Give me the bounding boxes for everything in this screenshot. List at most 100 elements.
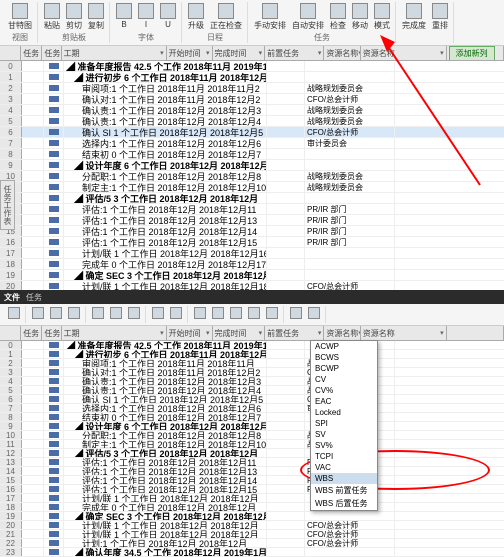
- row-number[interactable]: 18: [0, 259, 22, 269]
- dropdown-item[interactable]: SV%: [311, 440, 377, 451]
- task-mode-cell[interactable]: [44, 160, 64, 170]
- resource-cell[interactable]: PR/IR 部门: [305, 237, 395, 247]
- resource-cell[interactable]: [305, 548, 395, 556]
- task-name-cell[interactable]: 确认 SI 1 个工作日 2018年12月 2018年12月5: [64, 395, 267, 403]
- table-row[interactable]: 13评估:1 个工作日 2018年12月 2018年12月11PR/IR 部门: [0, 204, 504, 215]
- task-mode-cell[interactable]: [44, 395, 64, 403]
- row-number[interactable]: 18: [0, 503, 22, 511]
- table-row[interactable]: 21计划/联 1 个工作日 2018年12月 2018年12月CFO/总会计师: [0, 530, 504, 539]
- task-name-cell[interactable]: 选择内:1 个工作日 2018年12月 2018年12月6: [64, 404, 267, 412]
- column-header[interactable]: 资源名称▾: [324, 46, 360, 60]
- predecessor-cell[interactable]: [267, 539, 305, 547]
- table-row[interactable]: 15评估:1 个工作日 2018年12月 2018年12月14PR/IR 部门: [0, 226, 504, 237]
- predecessor-cell[interactable]: [267, 368, 305, 376]
- ribbon-button[interactable]: 复制: [86, 2, 106, 32]
- predecessor-cell[interactable]: [267, 404, 305, 412]
- ribbon-button[interactable]: 移动: [350, 2, 370, 32]
- task-name-cell[interactable]: 评估:1 个工作日 2018年12月 2018年12月13: [64, 215, 267, 225]
- task-mode-cell[interactable]: [44, 359, 64, 367]
- resource-cell[interactable]: [305, 193, 395, 203]
- row-number[interactable]: 7: [0, 138, 22, 148]
- dropdown-item[interactable]: EAC: [311, 396, 377, 407]
- task-mode-cell[interactable]: [44, 127, 64, 137]
- task-mode-cell[interactable]: [44, 449, 64, 457]
- resource-cell[interactable]: [305, 512, 395, 520]
- row-number[interactable]: 8: [0, 149, 22, 159]
- table-row[interactable]: 2审阅项:1 个工作日 2018年11月 2018年11月战略规划委员会: [0, 359, 504, 368]
- side-tab[interactable]: 任务工作表: [0, 180, 15, 230]
- task-name-cell[interactable]: 制定主:1 个工作日 2018年12月 2018年12月10: [64, 440, 267, 448]
- ribbon-button[interactable]: 模式: [372, 2, 392, 32]
- column-header[interactable]: 任务名称▾: [42, 46, 61, 60]
- task-name-cell[interactable]: 审阅项:1 个工作日 2018年11月 2018年11月2: [64, 83, 267, 93]
- ribbon-button[interactable]: [168, 306, 184, 321]
- predecessor-cell[interactable]: [267, 94, 305, 104]
- filter-icon[interactable]: ▾: [318, 49, 322, 57]
- task-mode-cell[interactable]: [44, 404, 64, 412]
- ribbon-button[interactable]: 检查: [328, 2, 348, 32]
- column-header[interactable]: 资源名称▾: [324, 326, 360, 340]
- row-number[interactable]: 1: [0, 72, 22, 82]
- ribbon-button[interactable]: 完成度: [400, 2, 428, 32]
- predecessor-cell[interactable]: [267, 395, 305, 403]
- task-mode-cell[interactable]: [44, 248, 64, 258]
- column-header-resource[interactable]: 资源名称▾: [361, 326, 447, 340]
- task-name-cell[interactable]: 选择内:1 个工作日 2018年12月 2018年12月6: [64, 138, 267, 148]
- task-name-cell[interactable]: 完成年 0 个工作日 2018年12月 2018年12月17: [64, 259, 267, 269]
- ribbon-button[interactable]: [150, 306, 166, 321]
- column-header[interactable]: 完成时间▾: [213, 326, 266, 340]
- row-number[interactable]: 3: [0, 94, 22, 104]
- row-number[interactable]: 11: [0, 440, 22, 448]
- ribbon-button[interactable]: 正在检查: [208, 2, 244, 32]
- predecessor-cell[interactable]: [267, 431, 305, 439]
- task-mode-cell[interactable]: [44, 494, 64, 502]
- table-row[interactable]: 20计划/联 1 个工作日 2018年12月 2018年12月CFO/总会计师: [0, 521, 504, 530]
- predecessor-cell[interactable]: [267, 259, 305, 269]
- task-mode-cell[interactable]: [44, 259, 64, 269]
- predecessor-cell[interactable]: [267, 449, 305, 457]
- task-mode-cell[interactable]: [44, 521, 64, 529]
- row-number[interactable]: 21: [0, 530, 22, 538]
- predecessor-cell[interactable]: [267, 116, 305, 126]
- predecessor-cell[interactable]: [267, 248, 305, 258]
- task-mode-cell[interactable]: [44, 182, 64, 192]
- row-number[interactable]: 6: [0, 395, 22, 403]
- task-mode-cell[interactable]: [44, 105, 64, 115]
- ribbon-button[interactable]: [30, 306, 46, 321]
- predecessor-cell[interactable]: [267, 138, 305, 148]
- task-name-cell[interactable]: 结束初 0 个工作日 2018年12月 2018年12月7: [64, 149, 267, 159]
- row-number[interactable]: 9: [0, 422, 22, 430]
- row-number[interactable]: 17: [0, 248, 22, 258]
- dropdown-item[interactable]: SPI: [311, 418, 377, 429]
- task-name-cell[interactable]: 确认责:1 个工作日 2018年12月 2018年12月3: [64, 377, 267, 385]
- task-mode-cell[interactable]: [44, 204, 64, 214]
- task-mode-cell[interactable]: [44, 215, 64, 225]
- dropdown-item[interactable]: WBS 后置任务: [311, 497, 377, 510]
- ribbon-button[interactable]: [228, 306, 244, 321]
- task-mode-cell[interactable]: [44, 386, 64, 394]
- resource-cell[interactable]: [305, 248, 395, 258]
- table-row[interactable]: 17计划/联 1 个工作日 2018年12月 2018年12月16: [0, 248, 504, 259]
- task-name-cell[interactable]: ◢ 设计年度 6 个工作日 2018年12月 2018年12月: [64, 160, 267, 170]
- row-number[interactable]: 4: [0, 105, 22, 115]
- column-header[interactable]: 工期▾: [62, 46, 167, 60]
- predecessor-cell[interactable]: [267, 413, 305, 421]
- task-name-cell[interactable]: ◢ 准备年度报告 42.5 个工作 2018年11月 2019年1月2: [64, 61, 267, 71]
- task-mode-cell[interactable]: [44, 431, 64, 439]
- dropdown-item[interactable]: CV: [311, 374, 377, 385]
- filter-icon[interactable]: ▾: [259, 329, 263, 337]
- task-name-cell[interactable]: 计划/联 1 个工作日 2018年12月 2018年12月: [64, 494, 267, 502]
- task-name-cell[interactable]: ◢ 评估/5 3 个工作日 2018年12月 2018年12月: [64, 449, 267, 457]
- task-name-cell[interactable]: ◢ 准备年度报告 42.5 个工作 2018年11月 2019年1月: [64, 341, 267, 349]
- task-name-cell[interactable]: 评估:1 个工作日 2018年12月 2018年12月15: [64, 237, 267, 247]
- task-mode-cell[interactable]: [44, 458, 64, 466]
- predecessor-cell[interactable]: [267, 237, 305, 247]
- ribbon-button[interactable]: U: [158, 2, 178, 30]
- task-mode-cell[interactable]: [44, 83, 64, 93]
- ribbon-button[interactable]: 自动安排: [290, 2, 326, 32]
- predecessor-cell[interactable]: [267, 61, 305, 71]
- predecessor-cell[interactable]: [267, 512, 305, 520]
- table-row[interactable]: 4确认责:1 个工作日 2018年12月 2018年12月3战略规划委员会: [0, 377, 504, 386]
- row-number[interactable]: 6: [0, 127, 22, 137]
- row-number[interactable]: 13: [0, 458, 22, 466]
